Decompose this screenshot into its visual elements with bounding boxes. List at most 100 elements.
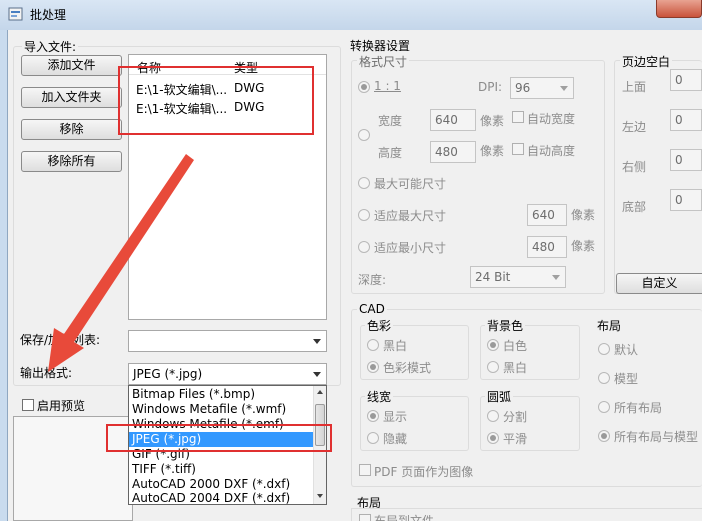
depth-label: 深度:	[358, 273, 387, 287]
lineweight-show-label: 显示	[383, 410, 408, 424]
dropdown-option[interactable]: TIFF (*.tiff)	[129, 462, 314, 477]
margin-left-label: 左边	[622, 120, 647, 134]
ratio-label: 1 : 1	[374, 79, 401, 93]
ratio-radio[interactable]	[358, 81, 370, 93]
color-title: 色彩	[365, 317, 394, 334]
lineweight-show-radio[interactable]	[367, 410, 379, 422]
color-bw-radio[interactable]	[367, 339, 379, 351]
chevron-down-icon	[552, 275, 560, 280]
scroll-down-icon[interactable]	[317, 494, 323, 498]
max-possible-label: 最大可能尺寸	[374, 177, 447, 191]
app-icon	[8, 7, 23, 21]
bg-white-radio[interactable]	[487, 339, 499, 351]
arc-title: 圆弧	[485, 388, 514, 405]
auto-height-checkbox[interactable]	[512, 143, 524, 155]
layout-default-radio[interactable]	[598, 343, 610, 355]
preview-label: 启用预览	[37, 399, 86, 413]
margins-group	[614, 60, 702, 294]
preview-checkbox[interactable]	[22, 399, 34, 411]
dropdown-option[interactable]: AutoCAD 2004 DXF (*.dxf)	[129, 492, 314, 505]
chevron-down-icon	[560, 86, 568, 91]
layout-all-model-label: 所有布局与模型	[614, 430, 699, 444]
height-label: 高度	[378, 146, 403, 160]
layout-all-radio[interactable]	[598, 401, 610, 413]
import-group-label: 导入文件:	[22, 38, 79, 55]
margin-bottom-input[interactable]: 0	[670, 189, 702, 211]
annotation-arrow	[48, 154, 194, 372]
lineweight-title: 线宽	[365, 388, 394, 405]
arc-smooth-radio[interactable]	[487, 432, 499, 444]
depth-combo[interactable]: 24 Bit	[470, 266, 566, 288]
fit-max-input[interactable]: 640	[527, 204, 567, 226]
layout-all-model-radio[interactable]	[598, 430, 610, 442]
fit-max-unit: 像素	[571, 208, 596, 222]
fit-min-unit: 像素	[571, 239, 596, 253]
auto-width-checkbox[interactable]	[512, 111, 524, 123]
color-mode-label: 色彩模式	[383, 361, 432, 375]
custom-button[interactable]: 自定义	[616, 273, 702, 294]
fit-max-label: 适应最大尺寸	[374, 209, 447, 223]
close-button[interactable]	[656, 0, 702, 18]
fit-min-label: 适应最小尺寸	[374, 241, 447, 255]
layout-model-label: 模型	[614, 372, 639, 386]
lineweight-hide-radio[interactable]	[367, 432, 379, 444]
remove-button[interactable]: 移除	[21, 119, 122, 140]
converter-title: 转换器设置	[350, 39, 411, 53]
add-folder-button[interactable]: 加入文件夹	[21, 87, 122, 108]
title-bar	[0, 0, 702, 30]
cad-title: CAD	[357, 302, 387, 316]
bg-black-radio[interactable]	[487, 361, 499, 373]
scroll-up-icon[interactable]	[317, 390, 323, 394]
format-size-title: 格式尺寸	[357, 53, 410, 70]
height-unit: 像素	[480, 144, 505, 158]
fit-max-radio[interactable]	[358, 209, 370, 221]
file-list-highlight	[118, 66, 314, 135]
depth-value: 24 Bit	[475, 270, 511, 284]
width-label: 宽度	[378, 114, 403, 128]
chevron-down-icon	[313, 339, 321, 344]
layout-to-file-checkbox[interactable]	[359, 514, 371, 521]
arc-smooth-label: 平滑	[503, 432, 528, 446]
color-bw-label: 黑白	[383, 339, 408, 353]
margin-bottom-label: 底部	[622, 200, 647, 214]
margin-top-input[interactable]: 0	[670, 69, 702, 91]
pdf-page-checkbox[interactable]	[359, 464, 371, 476]
dropdown-option[interactable]: Bitmap Files (*.bmp)	[129, 387, 314, 402]
margin-right-label: 右侧	[622, 160, 647, 174]
auto-height-label: 自动高度	[527, 144, 576, 158]
width-input[interactable]: 640	[430, 109, 476, 131]
dpi-value: 96	[515, 81, 531, 95]
layout-default-label: 默认	[614, 343, 639, 357]
margin-left-input[interactable]: 0	[670, 109, 702, 131]
dropdown-option[interactable]: AutoCAD 2000 DXF (*.dxf)	[129, 477, 314, 492]
margin-top-label: 上面	[622, 80, 647, 94]
window-title: 批处理	[30, 8, 67, 22]
background-title: 背景色	[485, 317, 526, 334]
pdf-page-label: PDF 页面作为图像	[374, 465, 474, 479]
fit-min-radio[interactable]	[358, 241, 370, 253]
fit-min-input[interactable]: 480	[527, 236, 567, 258]
margins-title: 页边空白	[620, 53, 673, 70]
auto-width-label: 自动宽度	[527, 112, 576, 126]
dpi-label: DPI:	[478, 80, 503, 94]
margin-right-input[interactable]: 0	[670, 149, 702, 171]
dpi-combo[interactable]: 96	[510, 77, 574, 99]
chevron-down-icon	[313, 372, 321, 377]
layout-title: 布局	[597, 319, 622, 333]
jpeg-option-highlight	[106, 424, 332, 452]
arc-split-label: 分割	[503, 410, 528, 424]
arc-split-radio[interactable]	[487, 410, 499, 422]
lineweight-hide-label: 隐藏	[383, 432, 408, 446]
bg-black-label: 黑白	[503, 361, 528, 375]
add-file-button[interactable]: 添加文件	[21, 55, 122, 76]
layout-all-label: 所有布局	[614, 401, 663, 415]
width-unit: 像素	[480, 114, 505, 128]
layout-to-file-label: 布局到文件	[374, 514, 435, 521]
bg-white-label: 白色	[503, 339, 528, 353]
height-input[interactable]: 480	[430, 141, 476, 163]
layout-model-radio[interactable]	[598, 372, 610, 384]
size-radio[interactable]	[358, 129, 370, 141]
max-possible-radio[interactable]	[358, 177, 370, 189]
dropdown-option[interactable]: Windows Metafile (*.wmf)	[129, 402, 314, 417]
color-mode-radio[interactable]	[367, 361, 379, 373]
